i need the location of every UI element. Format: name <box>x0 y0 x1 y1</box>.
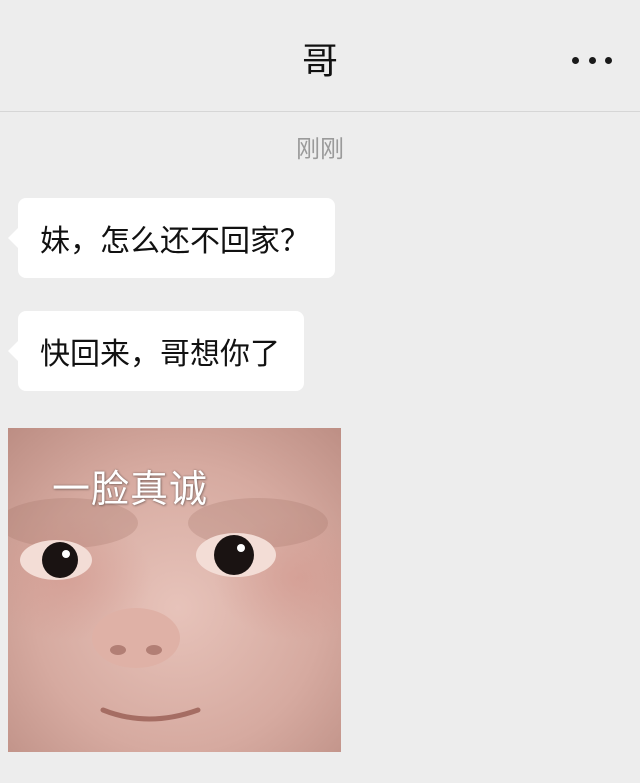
message-bubble[interactable]: 快回来，哥想你了 <box>8 311 304 391</box>
sticker-image[interactable]: 一脸真诚 <box>8 428 341 752</box>
chat-header: 哥 <box>0 0 640 112</box>
sticker-caption: 一脸真诚 <box>52 467 209 511</box>
chat-title: 哥 <box>301 41 338 82</box>
message-text: 妹，怎么还不回家？ <box>40 224 310 259</box>
dot <box>605 56 612 64</box>
dot <box>572 56 579 64</box>
message-text: 快回来，哥想你了 <box>40 337 280 372</box>
nose-icon <box>92 608 180 668</box>
message-bubble[interactable]: 妹，怎么还不回家？ <box>8 198 335 278</box>
dot <box>588 56 596 64</box>
message-timestamp: 刚刚 <box>296 135 344 163</box>
more-dots-icon[interactable] <box>572 52 612 68</box>
mouth-icon <box>100 707 201 722</box>
